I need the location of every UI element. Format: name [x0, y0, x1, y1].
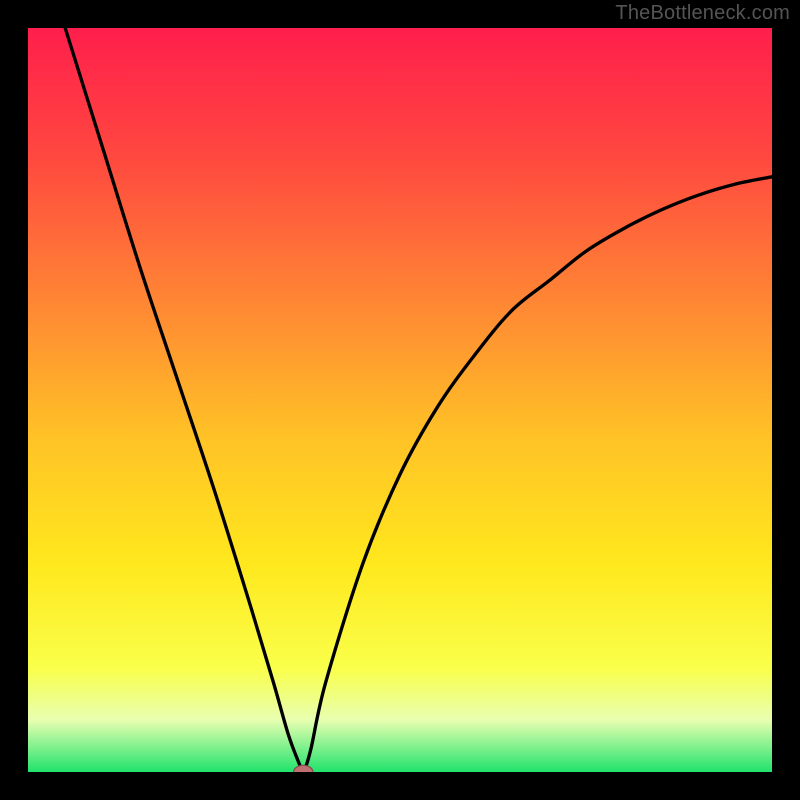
plot-area	[28, 28, 772, 772]
chart-svg	[28, 28, 772, 772]
watermark-text: TheBottleneck.com	[615, 2, 790, 25]
chart-frame: TheBottleneck.com	[0, 0, 800, 800]
gradient-background	[28, 28, 772, 772]
